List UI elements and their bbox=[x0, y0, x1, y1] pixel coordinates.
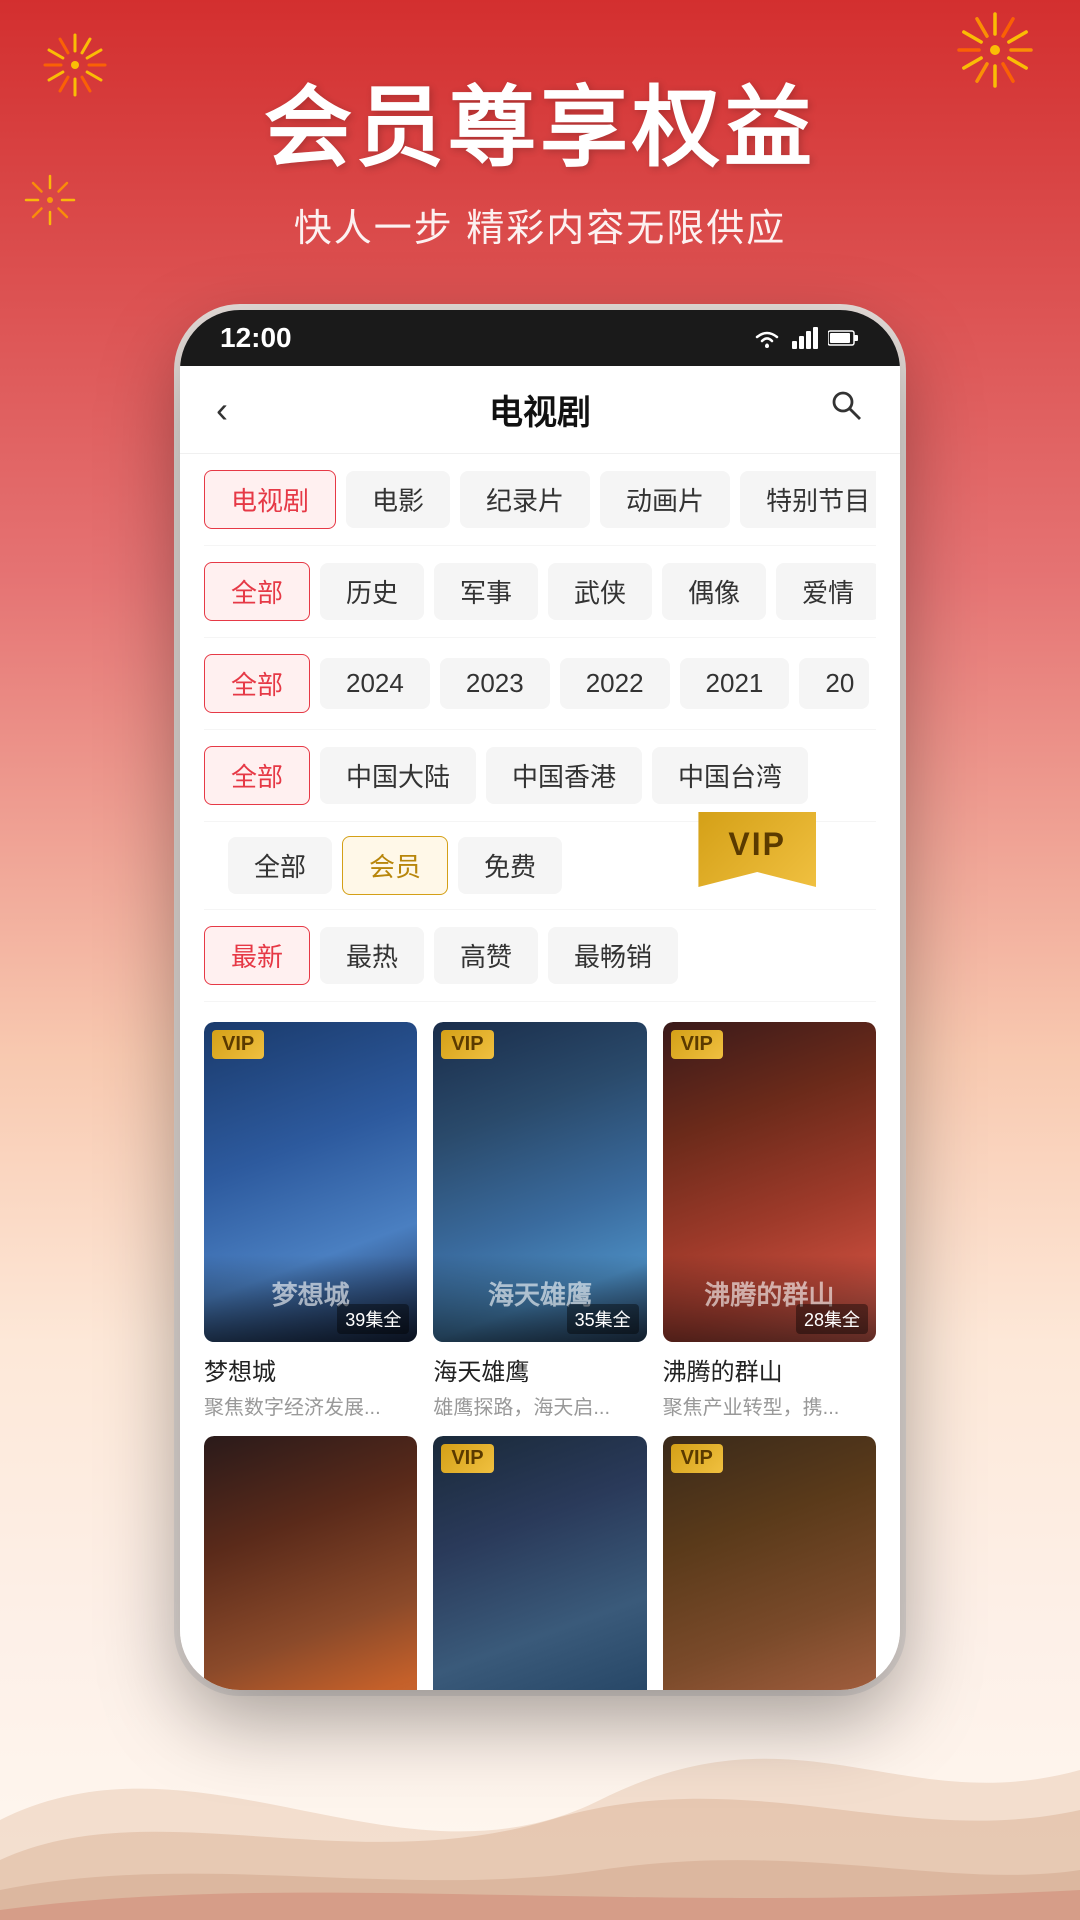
card-title-3: 沸腾的群山 bbox=[663, 1352, 876, 1387]
hero-subtitle: 快人一步 精彩内容无限供应 bbox=[0, 197, 1080, 252]
card-desc-3: 聚焦产业转型，携... bbox=[663, 1391, 876, 1420]
filter-row-region: 全部 中国大陆 中国香港 中国台湾 bbox=[204, 730, 876, 822]
card-4[interactable] bbox=[204, 1436, 417, 1690]
filter-section: 电视剧 电影 纪录片 动画片 特别节目 全部 历史 军事 武侠 偶像 爱情 全部… bbox=[180, 454, 900, 1002]
card-thumb-1: 梦想城 VIP 39集全 bbox=[204, 1022, 417, 1342]
filter-chip-2024[interactable]: 2024 bbox=[320, 658, 430, 709]
vip-fold-banner: VIP bbox=[698, 812, 816, 887]
card-episodes-1: 39集全 bbox=[337, 1304, 409, 1334]
filter-chip-special[interactable]: 特别节目 bbox=[740, 471, 876, 528]
filter-row-category: 电视剧 电影 纪录片 动画片 特别节目 bbox=[204, 454, 876, 546]
hero-section: 会员尊享权益 快人一步 精彩内容无限供应 bbox=[0, 80, 1080, 252]
content-grid: 梦想城 VIP 39集全 梦想城 聚焦数字经济发展... 海天雄鹰 VIP 35… bbox=[180, 1002, 900, 1690]
card-title-1: 梦想城 bbox=[204, 1352, 417, 1387]
card-thumb-2: 海天雄鹰 VIP 35集全 bbox=[433, 1022, 646, 1342]
card-desc-2: 雄鹰探路，海天启... bbox=[433, 1391, 646, 1420]
card-thumb-5: VIP bbox=[433, 1436, 646, 1690]
filter-row-membership: 全部 会员 免费 VIP bbox=[204, 822, 876, 910]
nav-bar: ‹ 电视剧 bbox=[180, 366, 900, 454]
filter-chip-bestseller[interactable]: 最畅销 bbox=[548, 927, 678, 984]
filter-chip-history[interactable]: 历史 bbox=[320, 563, 424, 620]
card-3[interactable]: 沸腾的群山 VIP 28集全 沸腾的群山 聚焦产业转型，携... bbox=[663, 1022, 876, 1420]
filter-chip-romance[interactable]: 爱情 bbox=[776, 563, 876, 620]
card-episodes-3: 28集全 bbox=[796, 1304, 868, 1334]
filter-chip-all-year[interactable]: 全部 bbox=[204, 654, 310, 713]
filter-chip-movie[interactable]: 电影 bbox=[346, 471, 450, 528]
filter-row-genre: 全部 历史 军事 武侠 偶像 爱情 bbox=[204, 546, 876, 638]
filter-chip-tw[interactable]: 中国台湾 bbox=[652, 747, 808, 804]
filter-chip-hk[interactable]: 中国香港 bbox=[486, 747, 642, 804]
filter-chip-all-membership[interactable]: 全部 bbox=[228, 837, 332, 894]
status-bar: 12:00 bbox=[180, 310, 900, 366]
card-vip-badge-3: VIP bbox=[671, 1030, 723, 1059]
filter-chip-all-genre[interactable]: 全部 bbox=[204, 562, 310, 621]
card-vip-badge-5: VIP bbox=[441, 1444, 493, 1473]
filter-chip-newest[interactable]: 最新 bbox=[204, 926, 310, 985]
search-button[interactable] bbox=[804, 387, 864, 432]
card-5[interactable]: VIP bbox=[433, 1436, 646, 1690]
page-title: 电视剧 bbox=[489, 385, 591, 434]
filter-chip-top-rated[interactable]: 高赞 bbox=[434, 927, 538, 984]
filter-chip-2020[interactable]: 20 bbox=[799, 658, 869, 709]
filter-chip-military[interactable]: 军事 bbox=[434, 563, 538, 620]
card-vip-badge-2: VIP bbox=[441, 1030, 493, 1059]
card-desc-1: 聚焦数字经济发展... bbox=[204, 1391, 417, 1420]
card-1[interactable]: 梦想城 VIP 39集全 梦想城 聚焦数字经济发展... bbox=[204, 1022, 417, 1420]
back-button[interactable]: ‹ bbox=[216, 389, 276, 431]
phone-screen: ‹ 电视剧 电视剧 电影 纪录片 动画片 特别节目 全部 历史 bbox=[180, 366, 900, 1690]
filter-chip-mainland[interactable]: 中国大陆 bbox=[320, 747, 476, 804]
card-thumb-6: VIP bbox=[663, 1436, 876, 1690]
filter-chip-wuxia[interactable]: 武侠 bbox=[548, 563, 652, 620]
filter-chip-2023[interactable]: 2023 bbox=[440, 658, 550, 709]
filter-chip-2022[interactable]: 2022 bbox=[560, 658, 670, 709]
card-thumb-3: 沸腾的群山 VIP 28集全 bbox=[663, 1022, 876, 1342]
filter-row-sort: 最新 最热 高赞 最畅销 bbox=[204, 910, 876, 1002]
card-2[interactable]: 海天雄鹰 VIP 35集全 海天雄鹰 雄鹰探路，海天启... bbox=[433, 1022, 646, 1420]
filter-chip-vip[interactable]: 会员 bbox=[342, 836, 448, 895]
card-vip-badge-6: VIP bbox=[671, 1444, 723, 1473]
wifi-icon bbox=[752, 327, 782, 349]
filter-chip-documentary[interactable]: 纪录片 bbox=[460, 471, 590, 528]
filter-row-year: 全部 2024 2023 2022 2021 20 bbox=[204, 638, 876, 730]
card-episodes-2: 35集全 bbox=[567, 1304, 639, 1334]
status-icons bbox=[752, 327, 860, 349]
card-6[interactable]: VIP bbox=[663, 1436, 876, 1690]
filter-chip-animation[interactable]: 动画片 bbox=[600, 471, 730, 528]
filter-chip-tv-drama[interactable]: 电视剧 bbox=[204, 470, 336, 529]
battery-icon bbox=[828, 329, 860, 347]
card-vip-badge-1: VIP bbox=[212, 1030, 264, 1059]
card-title-2: 海天雄鹰 bbox=[433, 1352, 646, 1387]
phone-mockup: 12:00 bbox=[180, 310, 900, 1690]
filter-chip-free[interactable]: 免费 bbox=[458, 837, 562, 894]
status-time: 12:00 bbox=[220, 322, 292, 354]
filter-chip-idol[interactable]: 偶像 bbox=[662, 563, 766, 620]
signal-icon bbox=[792, 327, 818, 349]
card-thumb-4 bbox=[204, 1436, 417, 1690]
filter-chip-all-region[interactable]: 全部 bbox=[204, 746, 310, 805]
hero-title: 会员尊享权益 bbox=[0, 80, 1080, 177]
filter-chip-2021[interactable]: 2021 bbox=[680, 658, 790, 709]
filter-chip-hottest[interactable]: 最热 bbox=[320, 927, 424, 984]
